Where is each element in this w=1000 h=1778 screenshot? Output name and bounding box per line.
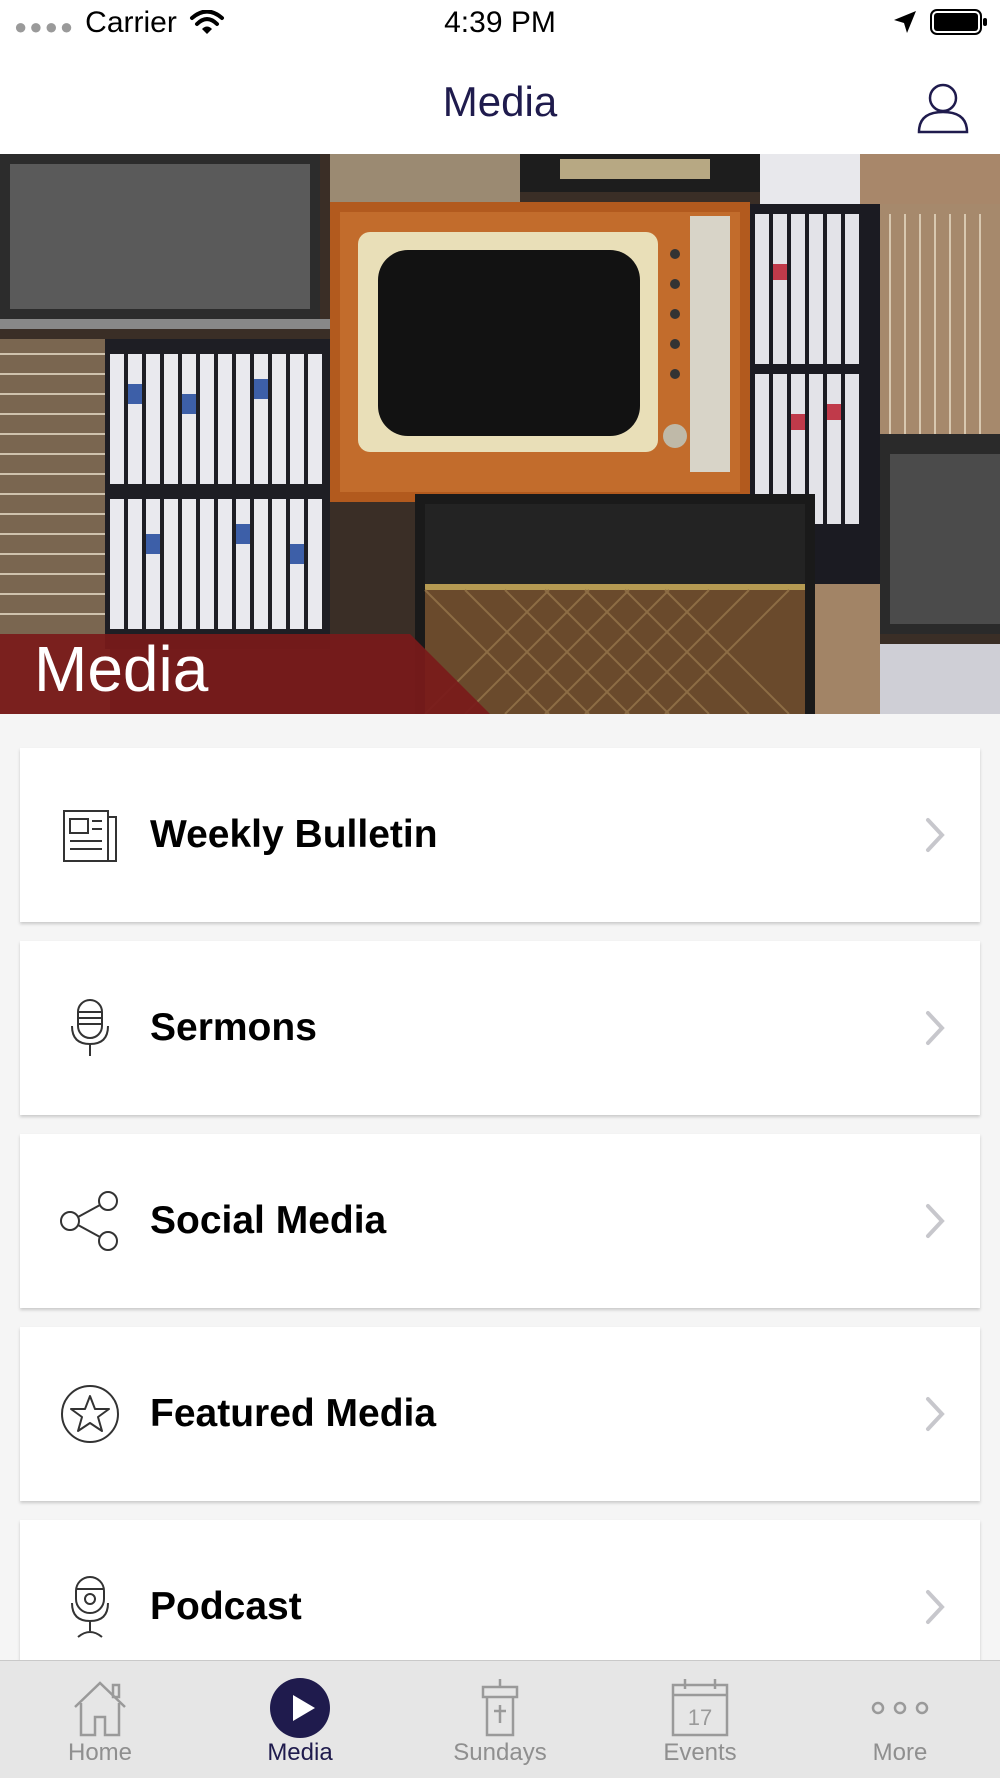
chevron-right-icon <box>926 1011 945 1045</box>
tab-bar: Home Media Sundays 17 Events More <box>0 1660 1000 1778</box>
hero-image <box>0 154 1000 714</box>
newspaper-icon <box>63 810 117 862</box>
tab-events[interactable]: 17 Events <box>600 1661 800 1778</box>
tab-label: Events <box>663 1739 737 1766</box>
tab-more[interactable]: More <box>800 1661 1000 1778</box>
tab-label: Home <box>67 1739 133 1766</box>
tab-label: More <box>872 1739 928 1766</box>
menu-item-label: Social Media <box>150 1199 387 1242</box>
menu-item-label: Sermons <box>150 1006 317 1049</box>
menu-item-social-media[interactable]: Social Media <box>20 1134 980 1308</box>
calendar-day: 17 <box>688 1705 712 1730</box>
chevron-right-icon <box>926 1204 945 1238</box>
share-icon <box>60 1191 118 1251</box>
chevron-right-icon <box>926 1590 945 1624</box>
menu-item-weekly-bulletin[interactable]: Weekly Bulletin <box>20 748 980 922</box>
battery-icon <box>930 9 987 35</box>
home-icon <box>74 1681 126 1737</box>
menu-item-sermons[interactable]: Sermons <box>20 941 980 1115</box>
tab-home[interactable]: Home <box>0 1661 200 1778</box>
podcast-icon <box>71 1576 109 1638</box>
status-bar: ●●●● Carrier 4:39 PM <box>0 0 1000 50</box>
tab-sundays[interactable]: Sundays <box>400 1661 600 1778</box>
chevron-right-icon <box>926 1397 945 1431</box>
tab-label: Sundays <box>453 1739 547 1766</box>
navigation-bar: Media <box>0 50 1000 154</box>
location-arrow-icon <box>894 11 916 33</box>
play-icon <box>270 1678 330 1738</box>
hero-caption: Media <box>34 633 209 705</box>
menu-item-label: Featured Media <box>150 1392 437 1435</box>
media-menu-list: Weekly Bulletin Sermons Social Media Fea… <box>20 748 980 1713</box>
chevron-right-icon <box>926 818 945 852</box>
menu-item-featured-media[interactable]: Featured Media <box>20 1327 980 1501</box>
tab-media[interactable]: Media <box>200 1661 400 1778</box>
star-icon <box>61 1385 119 1443</box>
microphone-icon <box>71 999 109 1056</box>
status-time: 4:39 PM <box>444 6 556 39</box>
hero-banner: Media <box>0 154 1000 714</box>
menu-item-label: Podcast <box>150 1585 302 1628</box>
tab-label: Media <box>267 1739 333 1766</box>
page-title: Media <box>442 78 558 125</box>
profile-icon[interactable] <box>916 80 970 134</box>
more-icon <box>871 1701 929 1715</box>
calendar-icon: 17 <box>671 1679 729 1737</box>
pulpit-icon <box>481 1679 519 1737</box>
menu-item-label: Weekly Bulletin <box>150 813 438 856</box>
